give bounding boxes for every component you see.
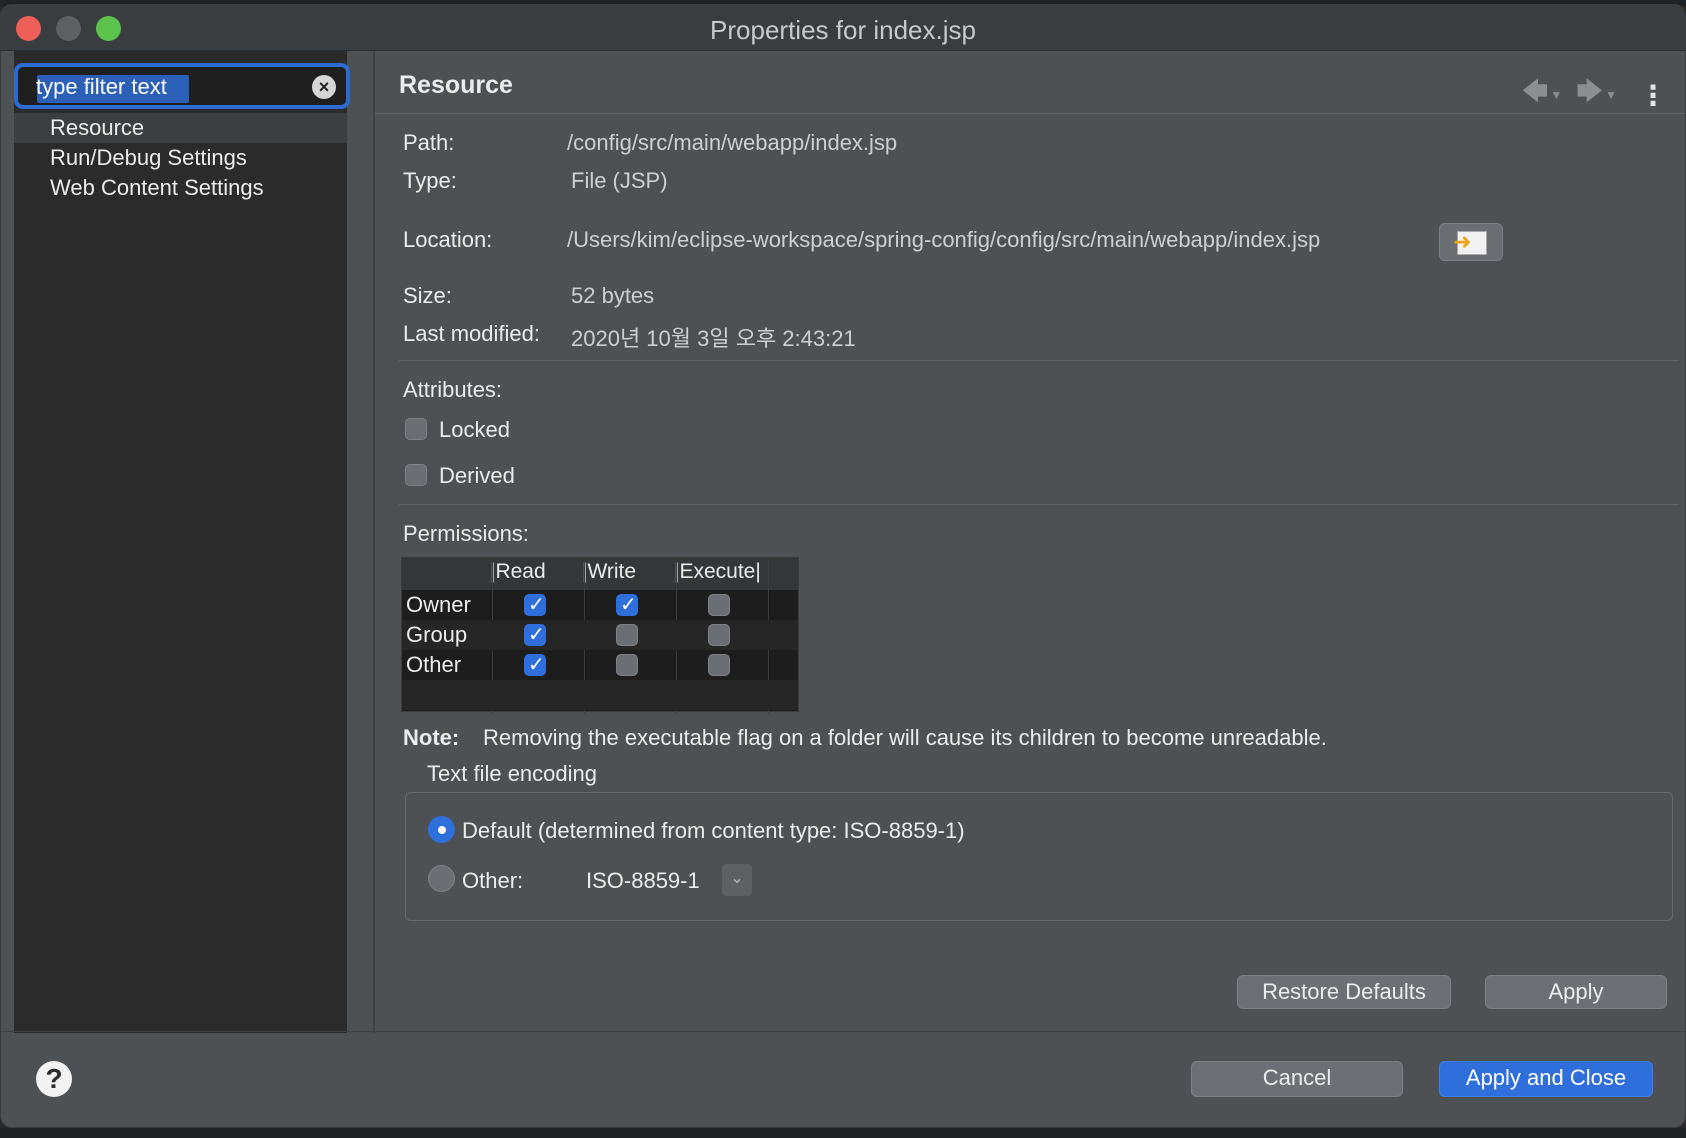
apply-button[interactable]: Apply [1485,975,1667,1009]
sidebar-item-run-debug-settings[interactable]: Run/Debug Settings [14,143,347,173]
other-write-checkbox[interactable] [616,654,638,676]
attributes-label: Attributes: [403,377,503,402]
open-arrow-icon: ➜ [1453,229,1472,254]
attributes-divider [399,360,1679,361]
group-execute-checkbox[interactable] [708,624,730,646]
group-write-checkbox[interactable] [616,624,638,646]
table-row-other: Other [402,650,798,680]
sidebar-item-resource[interactable]: Resource [14,113,347,143]
derived-checkbox[interactable] [405,464,427,486]
footer-divider [1,1031,1685,1032]
other-read-checkbox[interactable] [524,652,546,677]
restore-defaults-button[interactable]: Restore Defaults [1237,975,1451,1009]
other-encoding-radio[interactable] [428,865,455,892]
other-execute-checkbox[interactable] [708,654,730,676]
row-label-other: Other [406,652,462,677]
background-console-strip [0,1128,1686,1138]
filter-input[interactable] [36,73,306,101]
type-value: File (JSP) [571,168,668,193]
note-label: Note: [403,725,460,750]
last-modified-label: Last modified: [403,321,540,346]
page-navigation: 🡄 ▼ 🡆 ▼ ⋮ [1522,73,1668,111]
owner-execute-checkbox[interactable] [708,594,730,616]
filter-box: × [14,63,350,109]
location-label: Location: [403,227,493,252]
locked-label: Locked [439,417,510,442]
sidebar: × Resource Run/Debug Settings Web Conten… [14,51,350,1033]
path-label: Path: [403,130,455,155]
size-value: 52 bytes [571,283,655,308]
page-title: Resource [399,71,513,99]
chevron-down-icon[interactable]: ⌄ [722,864,752,896]
table-row-owner: Owner [402,590,798,620]
cancel-button[interactable]: Cancel [1191,1061,1403,1097]
type-label: Type: [403,168,457,193]
permissions-table-header: |Read |Write |Execute| [402,558,798,590]
write-column-header[interactable]: |Write [582,560,636,584]
default-encoding-label: Default (determined from content type: I… [462,818,965,843]
row-label-owner: Owner [406,592,471,617]
sidebar-item-web-content-settings[interactable]: Web Content Settings [14,173,347,203]
forward-dropdown-icon[interactable]: ▼ [1605,88,1617,102]
back-dropdown-icon[interactable]: ▼ [1550,88,1562,102]
window-title: Properties for index.jsp [710,15,976,45]
page-tree: Resource Run/Debug Settings Web Content … [14,113,347,203]
owner-read-checkbox[interactable] [524,592,546,617]
permissions-divider [399,504,1679,505]
encoding-group-title: Text file encoding [427,761,597,786]
location-value: /Users/kim/eclipse-workspace/spring-conf… [567,227,1321,252]
table-row-group: Group [402,620,798,650]
encoding-combo[interactable]: ISO-8859-1 ⌄ [580,864,752,898]
clear-filter-icon[interactable]: × [312,75,336,99]
forward-arrow-icon[interactable]: 🡆 [1576,73,1603,117]
read-column-header[interactable]: |Read [490,560,546,584]
table-row-empty [402,680,798,710]
apply-and-close-button[interactable]: Apply and Close [1439,1061,1653,1097]
more-options-icon[interactable]: ⋮ [1639,79,1667,112]
execute-column-header[interactable]: |Execute| [674,560,761,584]
last-modified-value: 2020년 10월 3일 오후 2:43:21 [571,326,856,351]
help-icon[interactable]: ? [36,1061,72,1097]
main-panel: Resource 🡄 ▼ 🡆 ▼ ⋮ Path: /config/src/main/we… [375,51,1685,1033]
title-divider [375,113,1685,114]
properties-dialog: Properties for index.jsp × Resource Run/… [0,4,1686,1128]
default-encoding-radio[interactable] [428,816,455,843]
group-read-checkbox[interactable] [524,622,546,647]
locked-checkbox[interactable] [405,418,427,440]
back-arrow-icon[interactable]: 🡄 [1522,73,1549,117]
row-label-group: Group [406,622,468,647]
title-bar: Properties for index.jsp [1,5,1685,51]
path-value: /config/src/main/webapp/index.jsp [567,130,898,155]
owner-write-checkbox[interactable] [616,592,638,617]
encoding-combo-value: ISO-8859-1 [586,868,700,893]
note-text: Removing the executable flag on a folder… [483,725,1327,750]
show-in-system-explorer-button[interactable]: ➜ [1439,223,1503,261]
permissions-table: |Read |Write |Execute| Owner Group [401,557,799,713]
size-label: Size: [403,283,452,308]
derived-label: Derived [439,463,515,488]
permissions-label: Permissions: [403,521,529,546]
encoding-group: Default (determined from content type: I… [405,792,1673,921]
other-encoding-label: Other: [462,868,524,893]
